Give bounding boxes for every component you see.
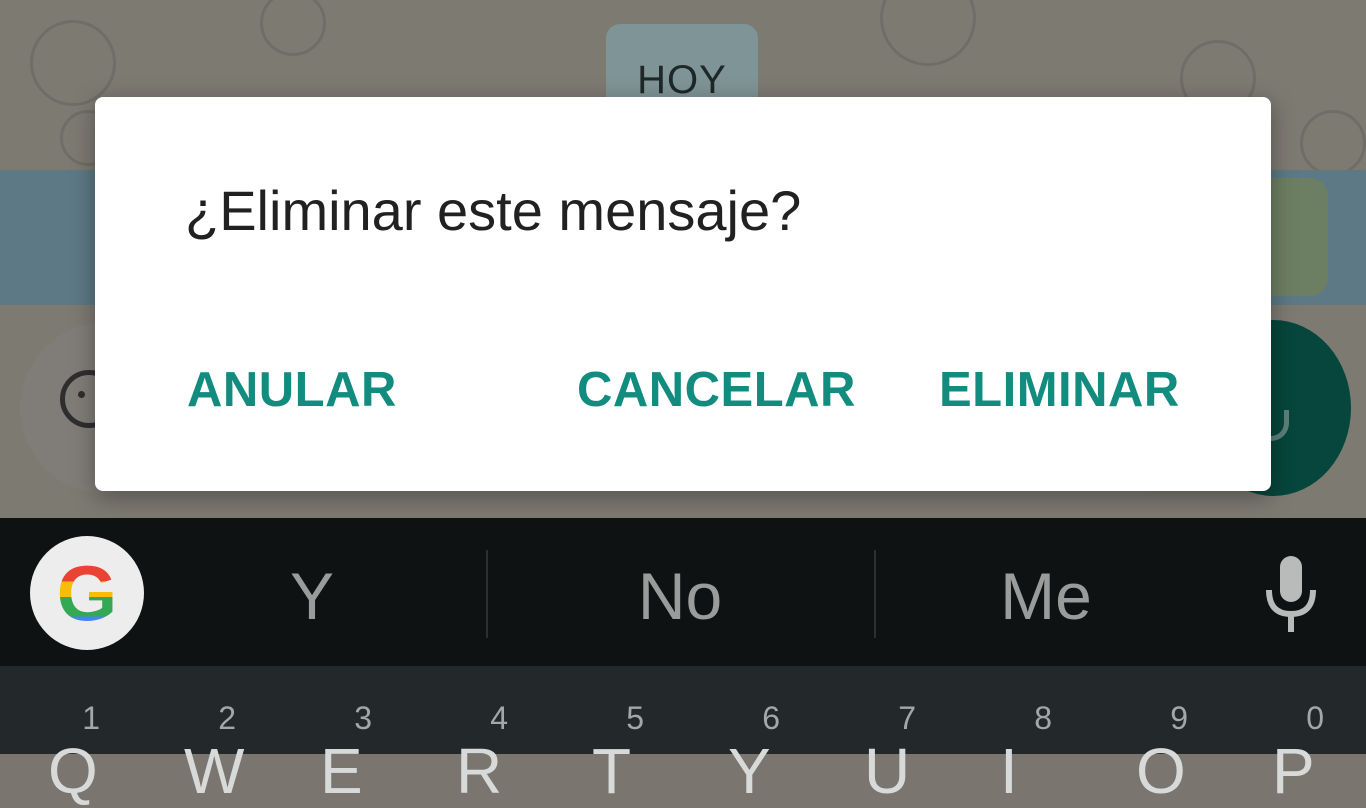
microphone-icon[interactable] [1264,556,1318,634]
delete-button[interactable]: ELIMINAR [939,355,1180,425]
key-number-hint: 8 [1034,700,1052,736]
key-u[interactable]: 7U [816,666,952,807]
key-p[interactable]: 0P [1224,666,1360,807]
key-letter: W [184,735,245,807]
key-e[interactable]: 3E [272,666,408,807]
key-i[interactable]: 8I [952,666,1088,807]
key-r[interactable]: 4R [408,666,544,807]
google-g-icon[interactable]: G [30,536,144,650]
suggestion-2[interactable]: No [530,556,830,636]
key-letter: O [1136,735,1186,807]
delete-message-dialog: ¿Eliminar este mensaje? ANULAR CANCELAR … [95,97,1271,491]
message-bubble[interactable] [1262,178,1328,296]
key-letter: Q [48,735,98,807]
key-w[interactable]: 2W [136,666,272,807]
key-letter: R [456,735,503,807]
keyboard: G Y No Me 1Q2W3E4R5T6Y7U8I9O0P [0,518,1366,807]
suggestion-divider [486,550,488,638]
key-letter: T [592,735,632,807]
suggestion-3[interactable]: Me [896,556,1196,636]
cancel-button[interactable]: CANCELAR [577,355,856,425]
key-number-hint: 9 [1170,700,1188,736]
key-number-hint: 0 [1306,700,1324,736]
key-y[interactable]: 6Y [680,666,816,807]
key-o[interactable]: 9O [1088,666,1224,807]
key-number-hint: 6 [762,700,780,736]
key-letter: I [1000,735,1018,807]
key-number-hint: 4 [490,700,508,736]
key-number-hint: 5 [626,700,644,736]
key-q[interactable]: 1Q [0,666,136,807]
key-letter: U [864,735,911,807]
key-row-top: 1Q2W3E4R5T6Y7U8I9O0P [0,666,1366,807]
suggestion-1[interactable]: Y [162,556,462,636]
key-number-hint: 1 [82,700,100,736]
key-number-hint: 3 [354,700,372,736]
undo-button[interactable]: ANULAR [187,355,397,425]
dialog-title: ¿Eliminar este mensaje? [185,179,802,242]
key-letter: E [320,735,363,807]
suggestion-bar: G Y No Me [0,518,1366,666]
key-t[interactable]: 5T [544,666,680,807]
key-number-hint: 7 [898,700,916,736]
key-number-hint: 2 [218,700,236,736]
key-letter: Y [728,735,771,807]
suggestion-divider [874,550,876,638]
key-letter: P [1272,735,1315,807]
